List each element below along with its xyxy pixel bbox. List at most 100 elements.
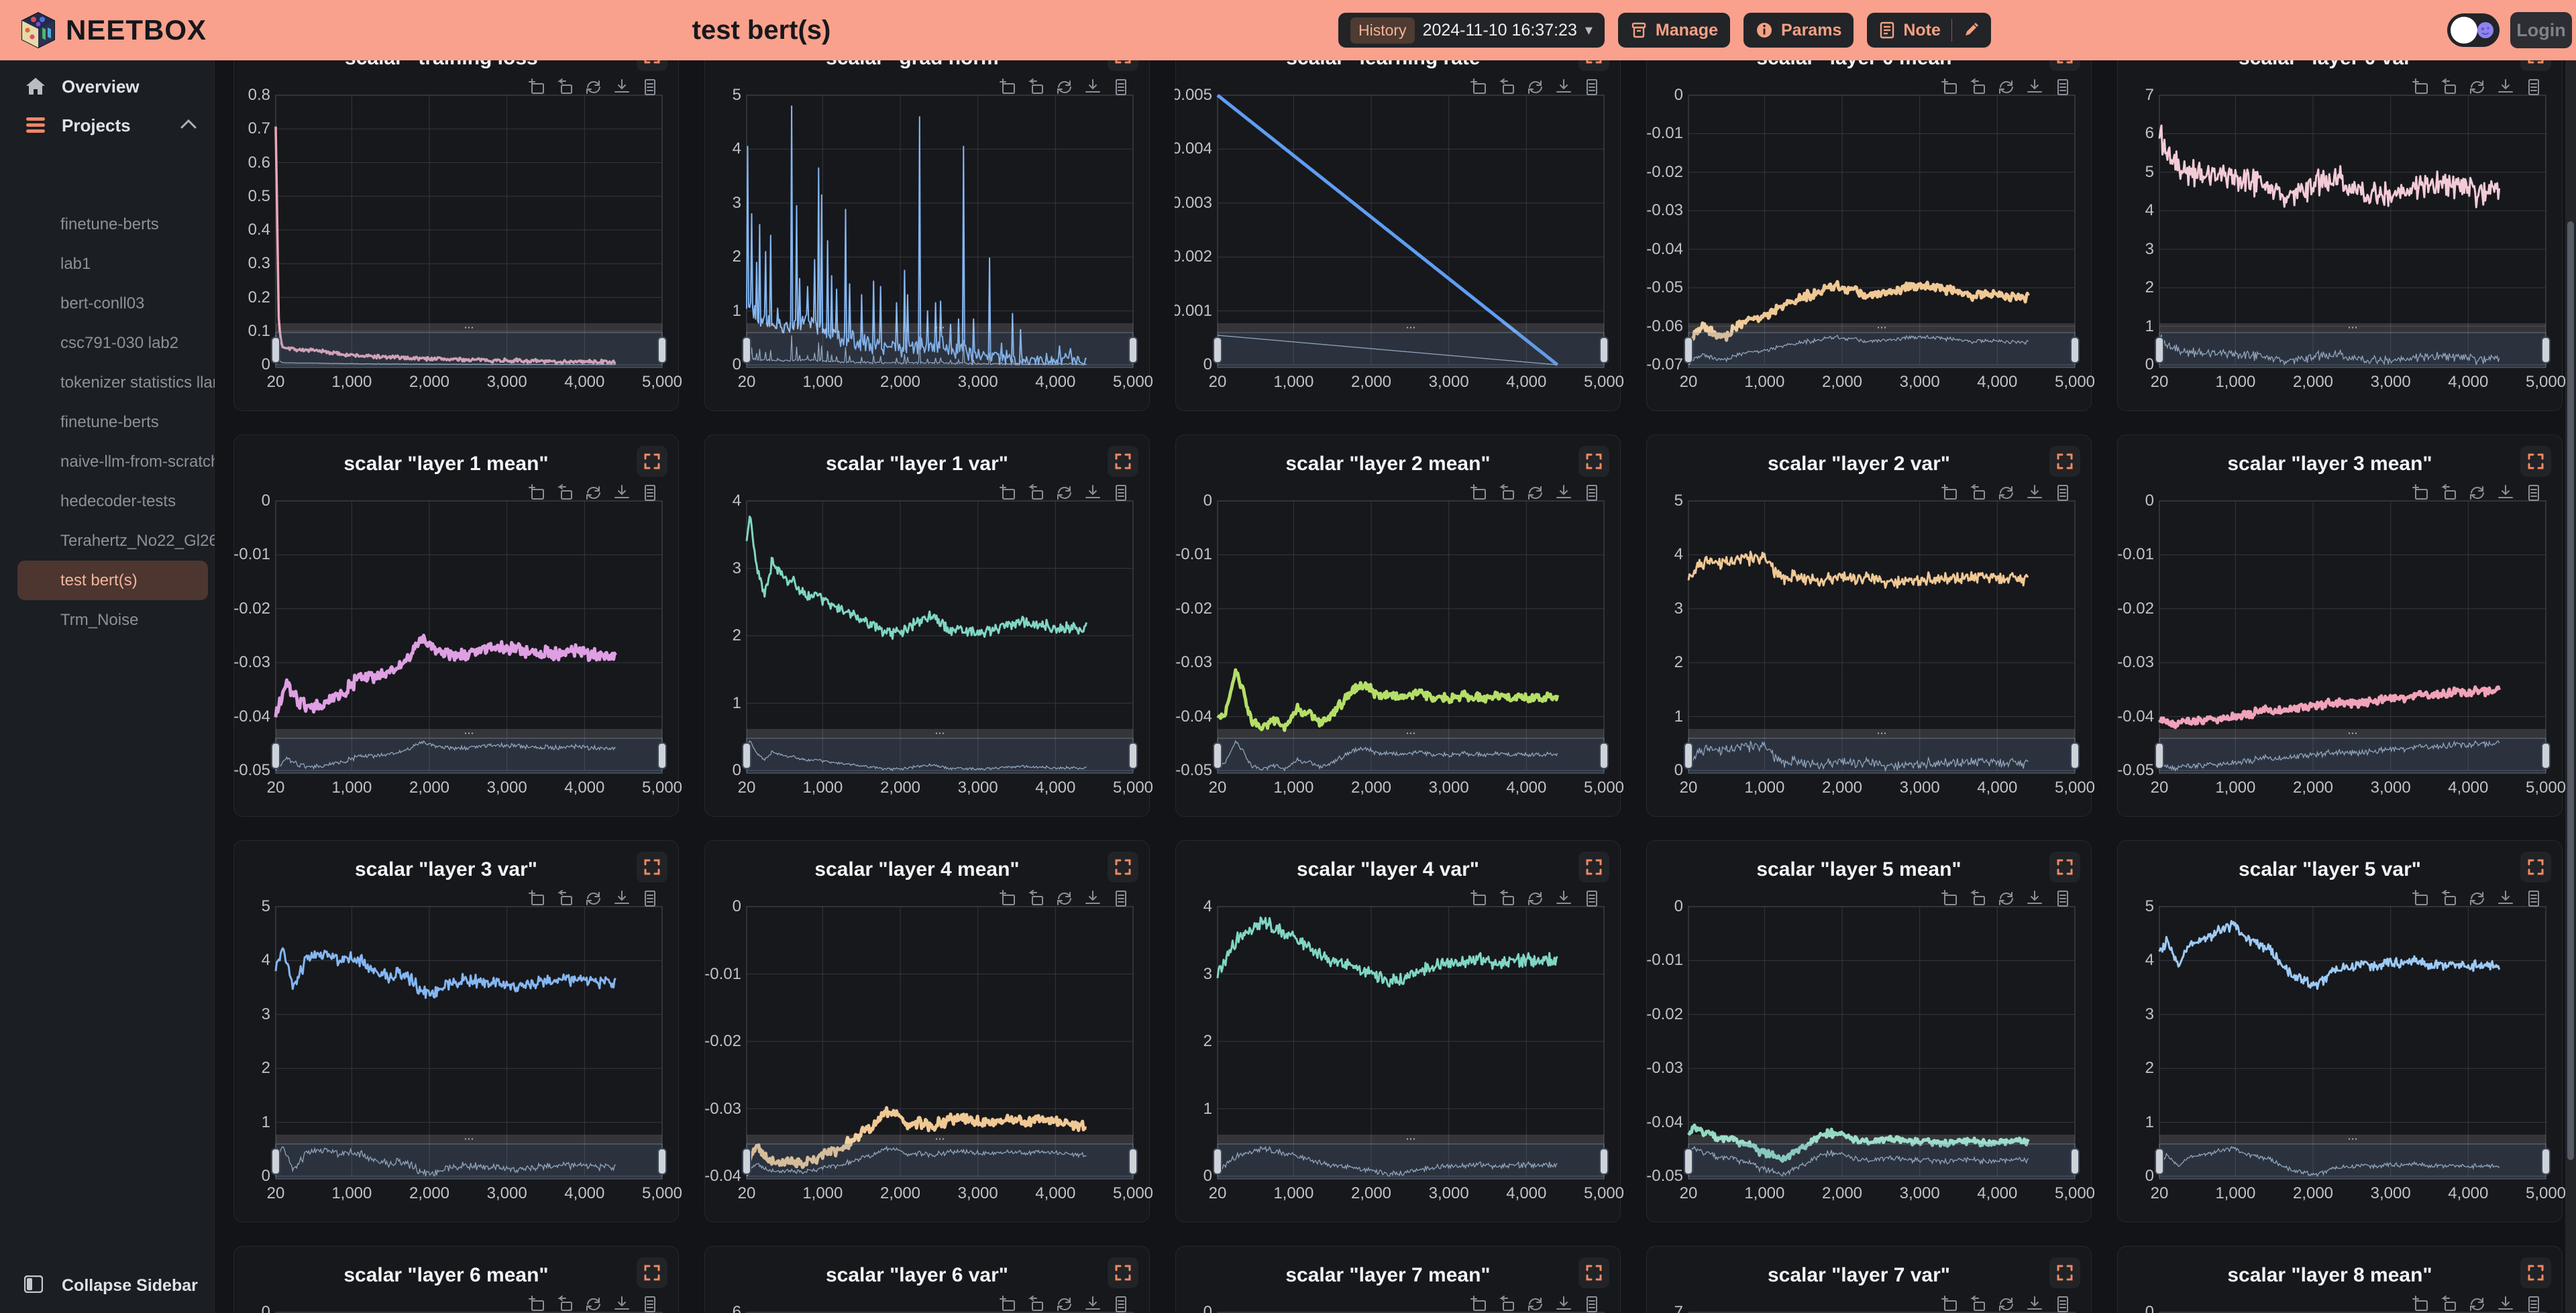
restore-icon[interactable] (1055, 889, 1074, 908)
restore-icon[interactable] (2468, 78, 2487, 97)
data-view-icon[interactable] (1112, 78, 1130, 97)
zoom-reset-icon[interactable] (1498, 889, 1517, 908)
edit-pencil-icon[interactable] (1963, 22, 1979, 38)
box-zoom-icon[interactable] (999, 1295, 1018, 1313)
datazoom-handle[interactable] (1129, 337, 1137, 363)
datazoom-handle[interactable] (743, 1149, 751, 1174)
restore-icon[interactable] (1997, 1295, 2016, 1313)
data-view-icon[interactable] (1112, 1295, 1130, 1313)
save-image-icon[interactable] (2496, 1295, 2515, 1313)
datazoom-handle[interactable] (1600, 337, 1608, 363)
datazoom-handle[interactable] (1684, 1149, 1693, 1174)
sidebar-project-item[interactable]: test bert(s) (17, 561, 208, 600)
save-image-icon[interactable] (612, 483, 631, 502)
sidebar-item-overview[interactable]: Overview (0, 67, 215, 106)
zoom-reset-icon[interactable] (1969, 1295, 1988, 1313)
data-view-icon[interactable] (2524, 78, 2543, 97)
restore-icon[interactable] (2468, 483, 2487, 502)
save-image-icon[interactable] (1083, 483, 1102, 502)
datazoom-handle[interactable] (2155, 743, 2163, 768)
datazoom-handle[interactable] (658, 337, 666, 363)
save-image-icon[interactable] (1554, 889, 1573, 908)
box-zoom-icon[interactable] (999, 483, 1018, 502)
save-image-icon[interactable] (2025, 78, 2044, 97)
datazoom-handle[interactable] (743, 743, 751, 768)
restore-icon[interactable] (1055, 1295, 1074, 1313)
datazoom-handle[interactable] (2155, 1149, 2163, 1174)
login-button[interactable]: Login (2510, 12, 2572, 48)
vertical-scrollbar[interactable] (2565, 60, 2576, 1313)
datazoom-slider[interactable] (1218, 333, 1604, 367)
chart-plot[interactable]: ⋯ (234, 60, 680, 412)
sidebar-project-item[interactable]: tokenizer statistics llama... (0, 363, 215, 402)
box-zoom-icon[interactable] (2412, 889, 2430, 908)
save-image-icon[interactable] (612, 78, 631, 97)
data-view-icon[interactable] (2524, 889, 2543, 908)
data-view-icon[interactable] (1582, 889, 1601, 908)
datazoom-handle[interactable] (272, 743, 280, 768)
save-image-icon[interactable] (612, 1295, 631, 1313)
sidebar-project-item[interactable]: lab1 (0, 244, 215, 284)
datazoom-slider[interactable] (1218, 1144, 1604, 1179)
data-view-icon[interactable] (641, 78, 659, 97)
chart-plot[interactable]: ⋯ (1176, 60, 1621, 412)
zoom-reset-icon[interactable] (556, 483, 575, 502)
sidebar-project-item[interactable]: csc791-030 lab2 (0, 323, 215, 363)
sidebar-project-item[interactable]: finetune-berts (0, 205, 215, 244)
datazoom-handle[interactable] (272, 337, 280, 363)
zoom-reset-icon[interactable] (1498, 1295, 1517, 1313)
datazoom-handle[interactable] (1684, 337, 1693, 363)
restore-icon[interactable] (1055, 78, 1074, 97)
zoom-reset-icon[interactable] (1969, 889, 1988, 908)
save-image-icon[interactable] (2496, 78, 2515, 97)
restore-icon[interactable] (1997, 78, 2016, 97)
restore-icon[interactable] (584, 78, 603, 97)
datazoom-handle[interactable] (1129, 743, 1137, 768)
datazoom-slider[interactable] (747, 1144, 1133, 1179)
sidebar-item-projects[interactable]: Projects (0, 106, 215, 145)
data-view-icon[interactable] (641, 889, 659, 908)
datazoom-handle[interactable] (2071, 1149, 2079, 1174)
data-view-icon[interactable] (2053, 1295, 2072, 1313)
datazoom-handle[interactable] (1214, 743, 1222, 768)
datazoom-handle[interactable] (2071, 743, 2079, 768)
restore-icon[interactable] (1526, 483, 1545, 502)
zoom-reset-icon[interactable] (1498, 483, 1517, 502)
datazoom-handle[interactable] (2542, 1149, 2550, 1174)
box-zoom-icon[interactable] (2412, 1295, 2430, 1313)
datazoom-slider[interactable] (276, 333, 662, 367)
box-zoom-icon[interactable] (528, 483, 547, 502)
restore-icon[interactable] (1526, 1295, 1545, 1313)
data-view-icon[interactable] (1582, 78, 1601, 97)
data-view-icon[interactable] (1112, 889, 1130, 908)
restore-icon[interactable] (1055, 483, 1074, 502)
datazoom-handle[interactable] (1214, 1149, 1222, 1174)
save-image-icon[interactable] (2496, 889, 2515, 908)
save-image-icon[interactable] (1554, 78, 1573, 97)
zoom-reset-icon[interactable] (2440, 1295, 2459, 1313)
restore-icon[interactable] (2468, 1295, 2487, 1313)
zoom-reset-icon[interactable] (1969, 78, 1988, 97)
datazoom-handle[interactable] (1600, 743, 1608, 768)
zoom-reset-icon[interactable] (1498, 78, 1517, 97)
box-zoom-icon[interactable] (1470, 1295, 1489, 1313)
data-view-icon[interactable] (2053, 483, 2072, 502)
box-zoom-icon[interactable] (999, 889, 1018, 908)
datazoom-slider[interactable] (276, 738, 662, 773)
chart-plot[interactable]: ⋯ (2118, 60, 2563, 412)
chevron-up-icon[interactable] (180, 119, 197, 133)
data-view-icon[interactable] (1582, 483, 1601, 502)
chart-plot[interactable]: ⋯ (1647, 60, 2092, 412)
zoom-reset-icon[interactable] (1027, 483, 1046, 502)
save-image-icon[interactable] (1083, 889, 1102, 908)
box-zoom-icon[interactable] (2412, 483, 2430, 502)
box-zoom-icon[interactable] (999, 78, 1018, 97)
collapse-sidebar-button[interactable]: Collapse Sidebar (0, 1266, 215, 1305)
restore-icon[interactable] (584, 1295, 603, 1313)
zoom-reset-icon[interactable] (2440, 889, 2459, 908)
zoom-reset-icon[interactable] (1969, 483, 1988, 502)
save-image-icon[interactable] (2025, 889, 2044, 908)
data-view-icon[interactable] (2053, 78, 2072, 97)
box-zoom-icon[interactable] (1941, 78, 1960, 97)
manage-button[interactable]: Manage (1618, 13, 1730, 48)
